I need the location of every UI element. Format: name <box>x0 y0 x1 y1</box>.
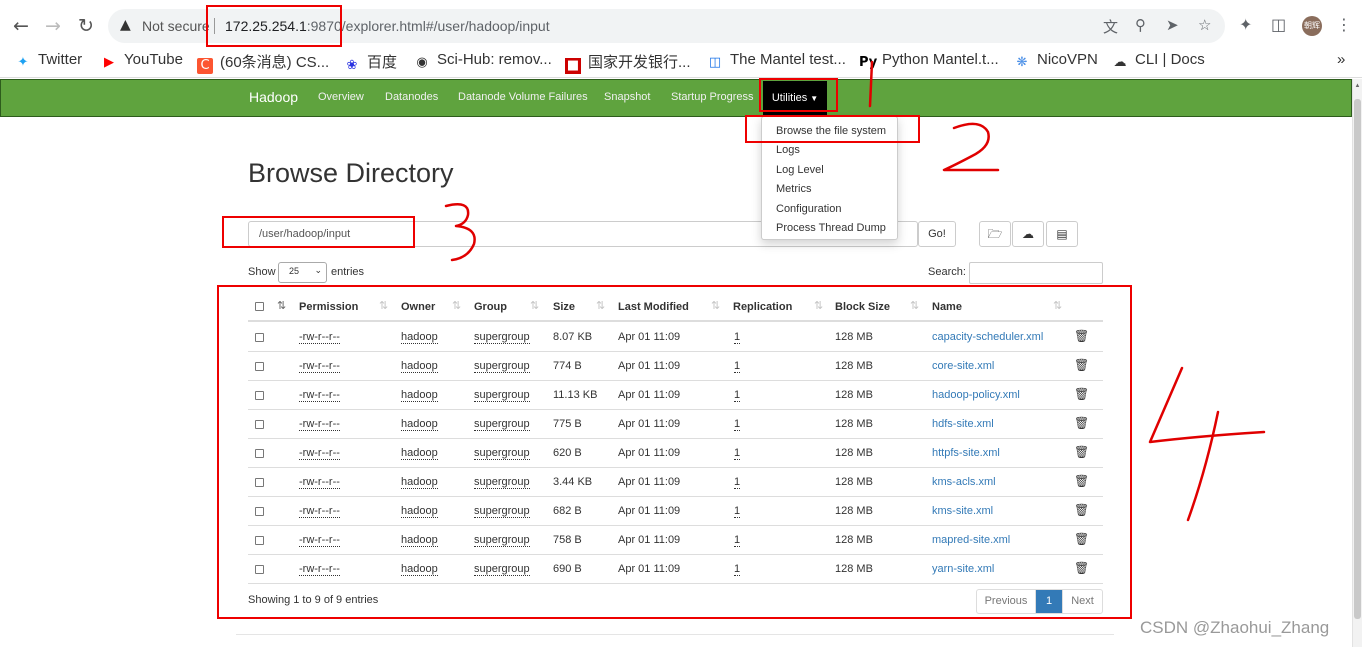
watermark: CSDN @Zhaohui_Zhang <box>1140 618 1330 637</box>
annotation-number-2 <box>942 122 1000 172</box>
annotation-number-1 <box>868 60 874 108</box>
annotation-number-4 <box>1148 366 1266 444</box>
annotation-numbers <box>444 60 1266 522</box>
annotation-number-3 <box>444 203 476 262</box>
annotation-number-4-stem <box>1186 410 1220 522</box>
